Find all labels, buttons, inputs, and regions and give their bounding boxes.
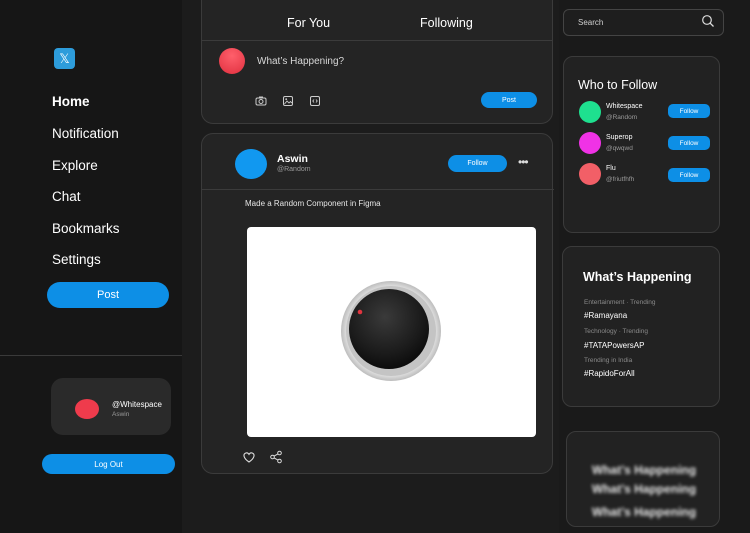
- profile-name: Aswin: [112, 411, 130, 418]
- blurred-whats-happening-card: What’s Happening What’s Happening What’s…: [566, 431, 720, 527]
- nav-chat[interactable]: Chat: [52, 189, 81, 204]
- post-author-name[interactable]: Aswin: [277, 153, 308, 165]
- compose-card: For You Following What’s Happening? Post: [201, 0, 553, 124]
- follow-suggestion-button[interactable]: Follow: [668, 104, 710, 118]
- code-icon[interactable]: [309, 95, 321, 107]
- blurred-heading: What’s Happening: [591, 463, 697, 477]
- who-to-follow-card: Who to Follow Whitespace @Random Follow …: [563, 56, 720, 233]
- trend-category: Entertainment · Trending: [584, 299, 656, 306]
- trend-category: Trending in India: [584, 357, 633, 364]
- tab-following[interactable]: Following: [420, 16, 473, 30]
- image-icon[interactable]: [282, 95, 294, 107]
- x-logo-icon[interactable]: 𝕏: [54, 48, 75, 69]
- compose-avatar: [219, 48, 245, 74]
- trend-tag[interactable]: #TATAPowersAP: [584, 341, 644, 350]
- trend-tag[interactable]: #Ramayana: [584, 311, 627, 320]
- logout-button[interactable]: Log Out: [42, 454, 175, 474]
- post-text: Made a Random Component in Figma: [245, 199, 381, 208]
- whats-happening-title: What’s Happening: [583, 270, 692, 284]
- suggestion-name[interactable]: Flu: [606, 165, 616, 172]
- suggestion-name[interactable]: Superop: [606, 134, 632, 141]
- blurred-heading: What’s Happening: [591, 505, 697, 519]
- suggestion-name[interactable]: Whitespace: [606, 103, 643, 110]
- tab-for-you[interactable]: For You: [287, 16, 330, 30]
- nav-bookmarks[interactable]: Bookmarks: [52, 221, 120, 236]
- compose-post-button[interactable]: Post: [481, 92, 537, 108]
- suggestion-handle: @friutfhfh: [606, 176, 635, 183]
- post-divider: [202, 189, 554, 190]
- nav-notification[interactable]: Notification: [52, 126, 119, 141]
- profile-card[interactable]: @Whitespace Aswin: [51, 378, 171, 435]
- suggestion-avatar[interactable]: [579, 101, 601, 123]
- camera-icon[interactable]: [255, 95, 267, 107]
- follow-suggestion-button[interactable]: Follow: [668, 168, 710, 182]
- knob-illustration: [341, 281, 441, 381]
- like-heart-icon[interactable]: [242, 450, 256, 464]
- suggestion-handle: @qwqwd: [606, 145, 633, 152]
- nav-settings[interactable]: Settings: [52, 252, 101, 267]
- compose-divider: [202, 40, 552, 41]
- suggestion-avatar[interactable]: [579, 132, 601, 154]
- nav-home[interactable]: Home: [52, 94, 90, 109]
- profile-avatar: [75, 399, 99, 419]
- follow-button[interactable]: Follow: [448, 155, 507, 172]
- follow-suggestion-button[interactable]: Follow: [668, 136, 710, 150]
- search-icon[interactable]: [701, 14, 715, 28]
- post-media[interactable]: [247, 227, 536, 437]
- blurred-heading: What’s Happening: [591, 482, 697, 496]
- post-author-handle: @Random: [277, 166, 311, 173]
- trend-tag[interactable]: #RapidoForAll: [584, 369, 635, 378]
- post-button[interactable]: Post: [47, 282, 169, 308]
- profile-handle: @Whitespace: [112, 400, 162, 409]
- search-input[interactable]: [563, 9, 724, 36]
- suggestion-avatar[interactable]: [579, 163, 601, 185]
- nav-explore[interactable]: Explore: [52, 158, 98, 173]
- sidebar: 𝕏 Home Notification Explore Chat Bookmar…: [0, 0, 182, 533]
- post-card: Aswin @Random Follow ••• Made a Random C…: [201, 133, 554, 474]
- share-icon[interactable]: [269, 450, 283, 464]
- whats-happening-card: What’s Happening Entertainment · Trendin…: [562, 246, 720, 407]
- suggestion-handle: @Random: [606, 114, 638, 121]
- feed: For You Following What’s Happening? Post…: [182, 0, 559, 533]
- trend-category: Technology · Trending: [584, 328, 648, 335]
- post-avatar[interactable]: [235, 149, 267, 179]
- compose-input[interactable]: What’s Happening?: [257, 56, 344, 67]
- who-to-follow-title: Who to Follow: [578, 78, 658, 92]
- more-options-icon[interactable]: •••: [518, 155, 529, 169]
- sidebar-divider: [0, 355, 182, 356]
- x-logo-glyph: 𝕏: [59, 51, 70, 66]
